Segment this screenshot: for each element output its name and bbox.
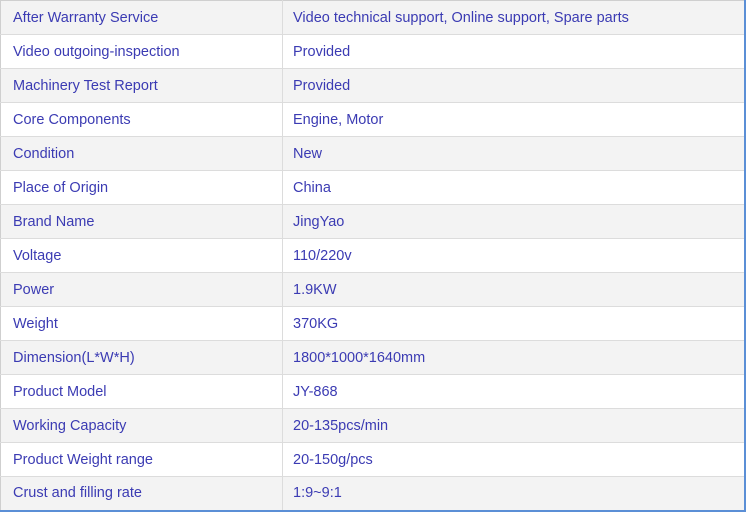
table-row: Brand Name JingYao <box>0 204 745 239</box>
spec-value: Video technical support, Online support,… <box>282 0 745 35</box>
table-row: Product Model JY-868 <box>0 374 745 409</box>
spec-value: Provided <box>282 34 745 69</box>
spec-label: Crust and filling rate <box>0 476 283 511</box>
spec-value: 1:9~9:1 <box>282 476 745 511</box>
spec-label: Power <box>0 272 283 307</box>
table-row: Product Weight range 20-150g/pcs <box>0 442 745 477</box>
spec-label: Voltage <box>0 238 283 273</box>
spec-label: Product Model <box>0 374 283 409</box>
spec-label: After Warranty Service <box>0 0 283 35</box>
spec-value: JY-868 <box>282 374 745 409</box>
spec-table: After Warranty Service Video technical s… <box>0 0 746 512</box>
table-row: Condition New <box>0 136 745 171</box>
spec-value: China <box>282 170 745 205</box>
spec-label: Video outgoing-inspection <box>0 34 283 69</box>
spec-label: Machinery Test Report <box>0 68 283 103</box>
spec-label: Core Components <box>0 102 283 137</box>
table-row: Weight 370KG <box>0 306 745 341</box>
table-row: Core Components Engine, Motor <box>0 102 745 137</box>
spec-label: Product Weight range <box>0 442 283 477</box>
spec-value: 370KG <box>282 306 745 341</box>
spec-value: JingYao <box>282 204 745 239</box>
table-row: After Warranty Service Video technical s… <box>0 0 745 35</box>
spec-value: 1.9KW <box>282 272 745 307</box>
spec-label: Dimension(L*W*H) <box>0 340 283 375</box>
spec-label: Place of Origin <box>0 170 283 205</box>
spec-value: Provided <box>282 68 745 103</box>
spec-value: Engine, Motor <box>282 102 745 137</box>
table-row: Place of Origin China <box>0 170 745 205</box>
table-row: Crust and filling rate 1:9~9:1 <box>0 476 745 511</box>
spec-label: Brand Name <box>0 204 283 239</box>
table-row: Working Capacity 20-135pcs/min <box>0 408 745 443</box>
table-row: Voltage 110/220v <box>0 238 745 273</box>
spec-value: 110/220v <box>282 238 745 273</box>
table-row: Power 1.9KW <box>0 272 745 307</box>
spec-label: Condition <box>0 136 283 171</box>
spec-value: New <box>282 136 745 171</box>
table-row: Dimension(L*W*H) 1800*1000*1640mm <box>0 340 745 375</box>
table-row: Video outgoing-inspection Provided <box>0 34 745 69</box>
spec-label: Weight <box>0 306 283 341</box>
spec-value: 20-150g/pcs <box>282 442 745 477</box>
spec-label: Working Capacity <box>0 408 283 443</box>
table-row: Machinery Test Report Provided <box>0 68 745 103</box>
spec-value: 20-135pcs/min <box>282 408 745 443</box>
spec-value: 1800*1000*1640mm <box>282 340 745 375</box>
